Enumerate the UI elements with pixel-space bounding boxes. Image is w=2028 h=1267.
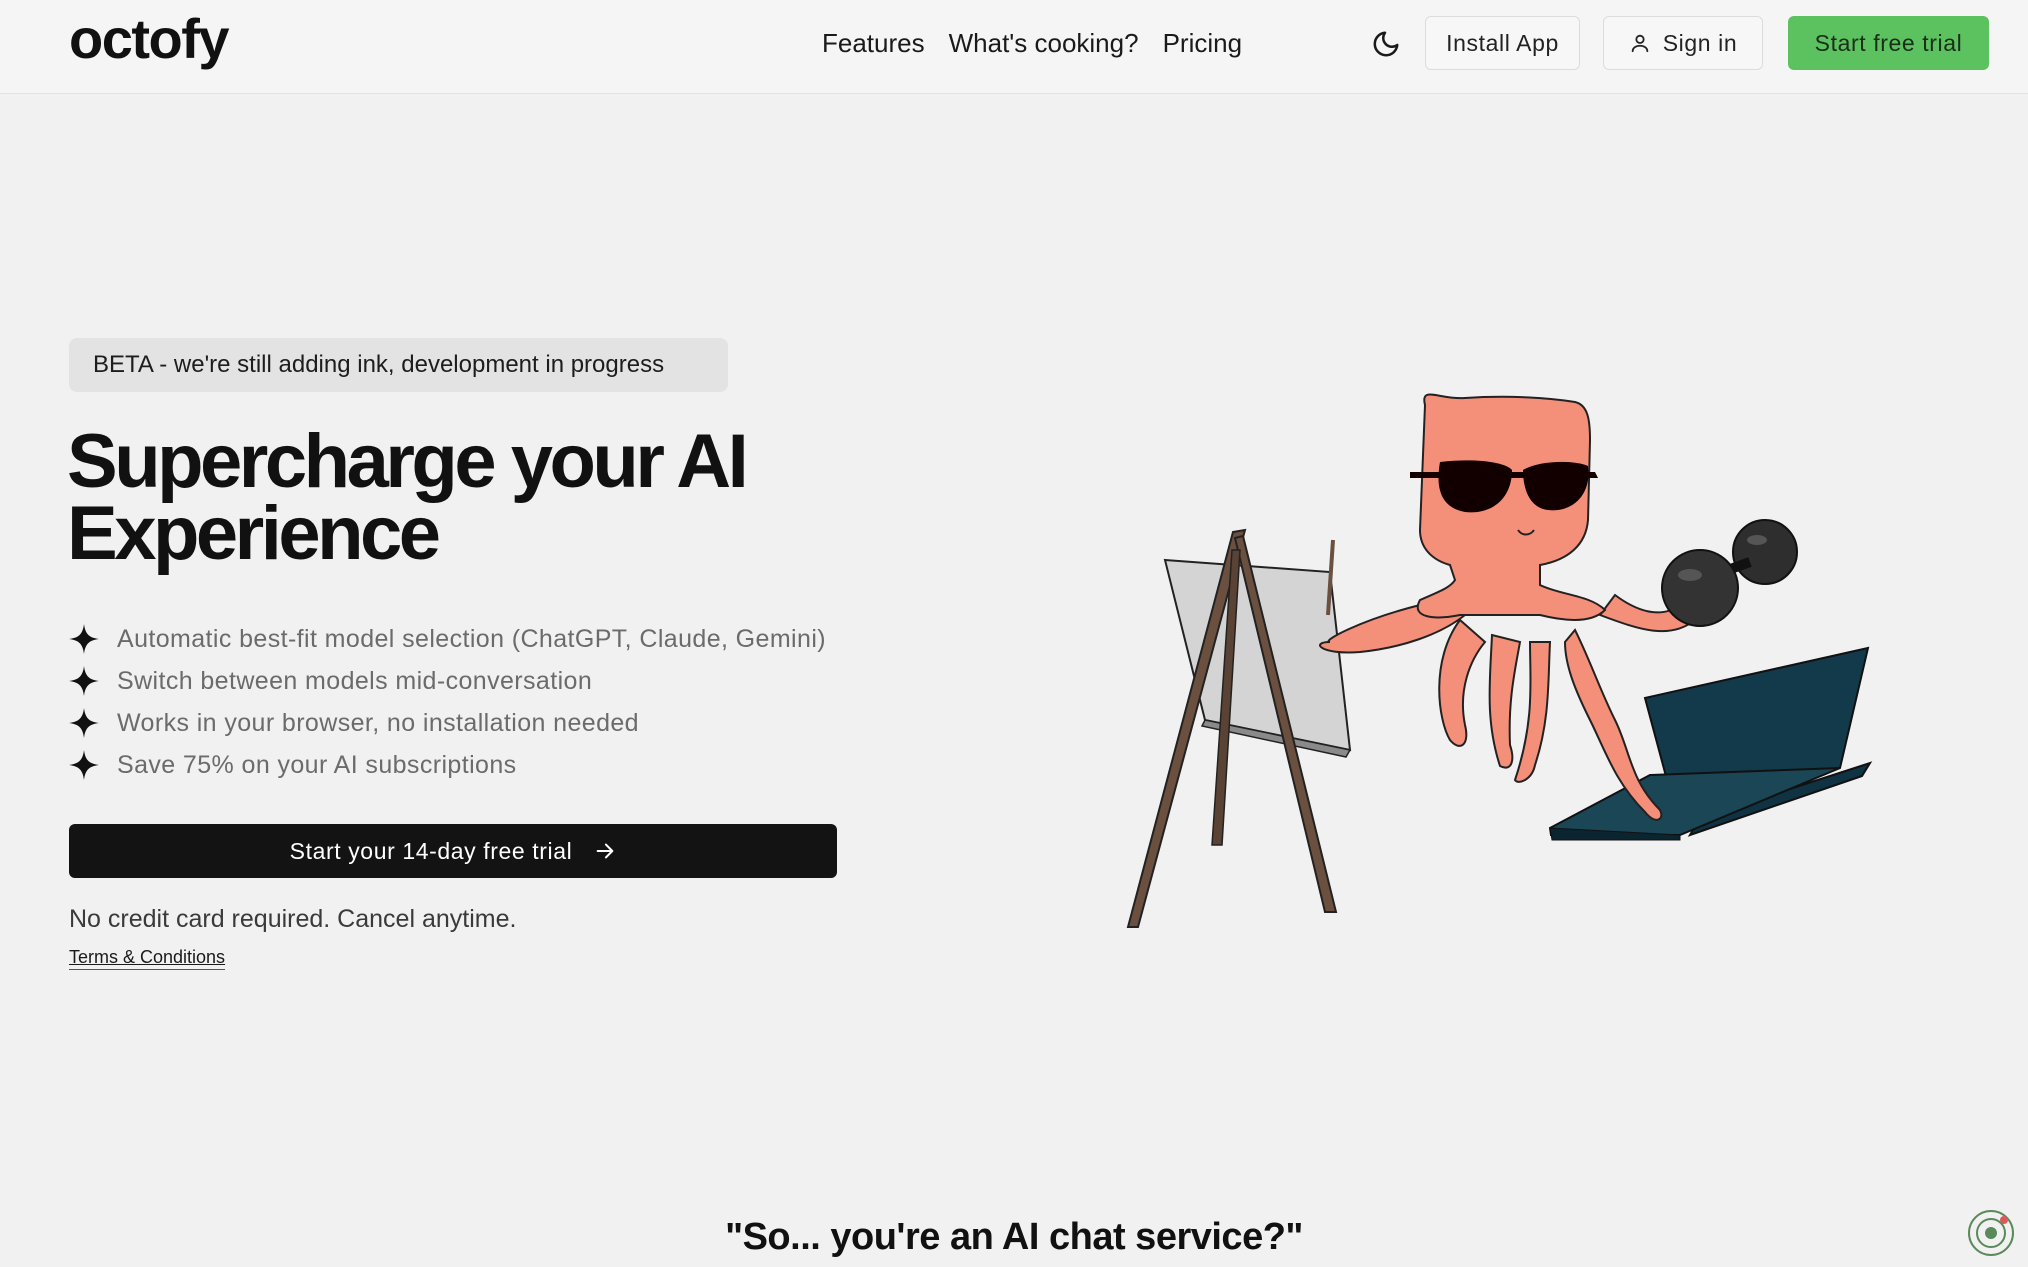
nav-whats-cooking[interactable]: What's cooking? <box>949 26 1139 60</box>
terms-link[interactable]: Terms & Conditions <box>69 947 226 970</box>
beta-badge: BETA - we're still adding ink, developme… <box>69 338 728 392</box>
user-icon <box>1631 34 1648 53</box>
sign-in-button[interactable]: Sign in <box>1603 16 1763 70</box>
page: octofy Features What's cooking? Pricing … <box>0 0 2028 1267</box>
nav-features[interactable]: Features <box>822 26 925 60</box>
sparkle-icon <box>69 750 99 780</box>
moon-icon <box>1373 31 1399 57</box>
help-widget-icon[interactable] <box>1966 1208 2016 1258</box>
start-free-trial-button[interactable]: Start free trial <box>1788 16 1989 70</box>
sparkle-icon <box>69 708 99 738</box>
feature-text: Automatic best-fit model selection (Chat… <box>117 624 826 653</box>
octopus-graphic <box>1319 393 1703 821</box>
cta-label: Start your 14-day free trial <box>289 837 573 864</box>
octopus-illustration <box>1126 393 1873 928</box>
main-nav: Features What's cooking? Pricing <box>822 26 1266 60</box>
top-nav-bar: octofy Features What's cooking? Pricing … <box>0 0 2028 94</box>
feature-text: Works in your browser, no installation n… <box>117 708 639 737</box>
start-free-trial-label: Start free trial <box>1814 29 1963 56</box>
install-app-button[interactable]: Install App <box>1425 16 1580 70</box>
section-title: "So... you're an AI chat service?" <box>725 1216 1303 1258</box>
nav-pricing[interactable]: Pricing <box>1163 26 1242 60</box>
theme-toggle-button[interactable] <box>1368 26 1404 62</box>
feature-text: Switch between models mid-conversation <box>117 666 593 695</box>
beta-badge-text: BETA - we're still adding ink, developme… <box>93 351 665 378</box>
feature-list: Automatic best-fit model selection (Chat… <box>69 618 826 786</box>
headline-line-2: Experience <box>67 491 441 576</box>
dumbbell-graphic <box>1661 519 1798 627</box>
arrow-right-icon <box>597 843 614 859</box>
hero-headline: Supercharge your AI Experience <box>67 424 749 572</box>
install-app-label: Install App <box>1446 29 1559 56</box>
sparkle-icon <box>69 624 99 654</box>
logo[interactable]: octofy <box>69 6 230 71</box>
easel-graphic <box>1126 528 1352 928</box>
feature-item: Save 75% on your AI subscriptions <box>69 744 826 786</box>
start-14-day-trial-button[interactable]: Start your 14-day free trial <box>69 824 837 878</box>
sparkle-icon <box>69 666 99 696</box>
sign-in-label: Sign in <box>1662 29 1738 56</box>
feature-item: Works in your browser, no installation n… <box>69 702 826 744</box>
no-credit-card-note: No credit card required. Cancel anytime. <box>69 905 517 933</box>
laptop-graphic <box>1548 646 1873 841</box>
feature-item: Automatic best-fit model selection (Chat… <box>69 618 826 660</box>
feature-text: Save 75% on your AI subscriptions <box>117 750 517 779</box>
feature-item: Switch between models mid-conversation <box>69 660 826 702</box>
